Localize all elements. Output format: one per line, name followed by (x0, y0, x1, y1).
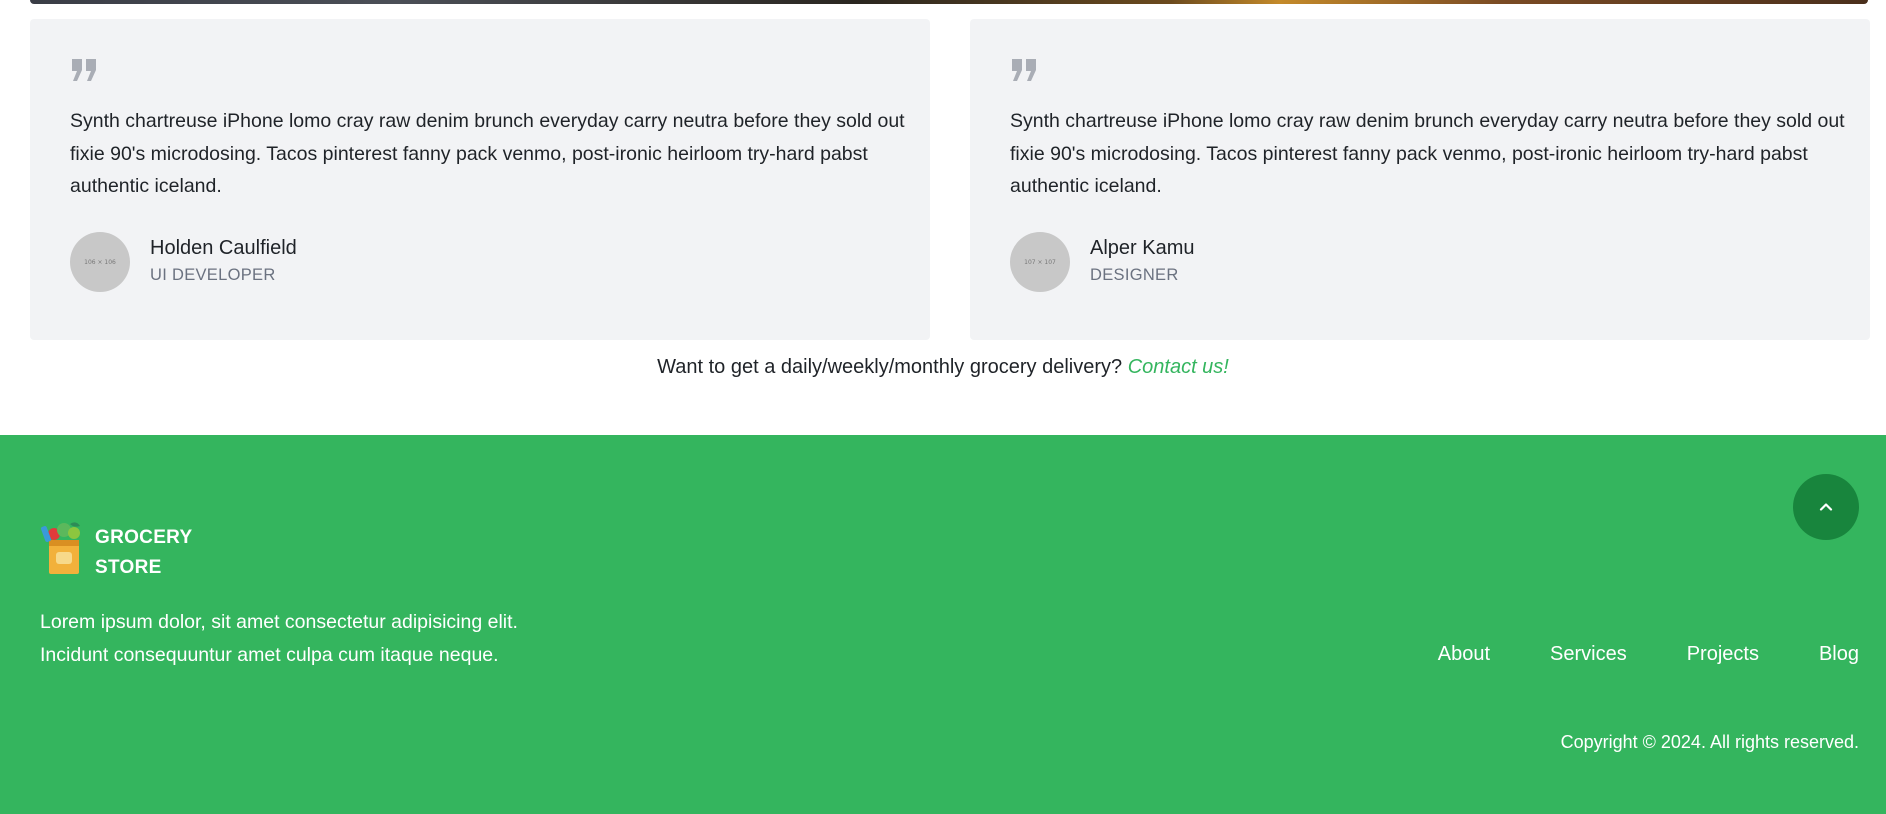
person-name: Alper Kamu (1090, 237, 1195, 259)
footer-link-about[interactable]: About (1438, 643, 1490, 666)
footer: GROCERY STORE Lorem ipsum dolor, sit ame… (0, 435, 1886, 814)
person-role: UI DEVELOPER (150, 266, 276, 284)
scroll-to-top-button[interactable] (1793, 474, 1859, 540)
testimonial-card: Synth chartreuse iPhone lomo cray raw de… (30, 19, 930, 340)
logo-line-2: STORE (95, 557, 162, 578)
copyright: Copyright © 2024. All rights reserved. (1560, 732, 1859, 752)
avatar: 106 × 106 (70, 232, 130, 292)
quote-icon (72, 59, 96, 81)
testimonials-section: Synth chartreuse iPhone lomo cray raw de… (30, 19, 1870, 341)
contact-us-link[interactable]: Contact us! (1128, 356, 1229, 378)
footer-description-line-2: Incidunt consequuntur amet culpa cum ita… (40, 643, 499, 666)
hero-image-bottom-edge (30, 0, 1868, 4)
avatar-placeholder-label: 107 × 107 (1024, 258, 1056, 266)
avatar-placeholder-label: 106 × 106 (84, 258, 116, 266)
footer-link-services[interactable]: Services (1550, 643, 1627, 666)
grocery-bag-icon (41, 522, 80, 574)
footer-link-projects[interactable]: Projects (1687, 643, 1759, 666)
testimonial-card: Synth chartreuse iPhone lomo cray raw de… (970, 19, 1870, 340)
footer-nav: About Services Projects Blog (1438, 643, 1859, 666)
person-role: DESIGNER (1090, 266, 1179, 284)
cta-text: Want to get a daily/weekly/monthly groce… (657, 356, 1123, 378)
testimonial-quote: Synth chartreuse iPhone lomo cray raw de… (70, 110, 905, 197)
logo-line-1: GROCERY (95, 527, 193, 548)
avatar: 107 × 107 (1010, 232, 1070, 292)
person-name: Holden Caulfield (150, 237, 297, 259)
footer-logo[interactable]: GROCERY STORE (40, 520, 230, 580)
footer-description-line-1: Lorem ipsum dolor, sit amet consectetur … (40, 611, 518, 633)
logo-text: GROCERY STORE (95, 523, 192, 583)
footer-description: Lorem ipsum dolor, sit amet consectetur … (40, 606, 600, 671)
footer-link-blog[interactable]: Blog (1819, 643, 1859, 666)
chevron-up-icon (1819, 503, 1833, 511)
delivery-cta: Want to get a daily/weekly/monthly groce… (0, 356, 1886, 379)
testimonial-quote: Synth chartreuse iPhone lomo cray raw de… (1010, 110, 1845, 197)
quote-icon (1012, 59, 1036, 81)
